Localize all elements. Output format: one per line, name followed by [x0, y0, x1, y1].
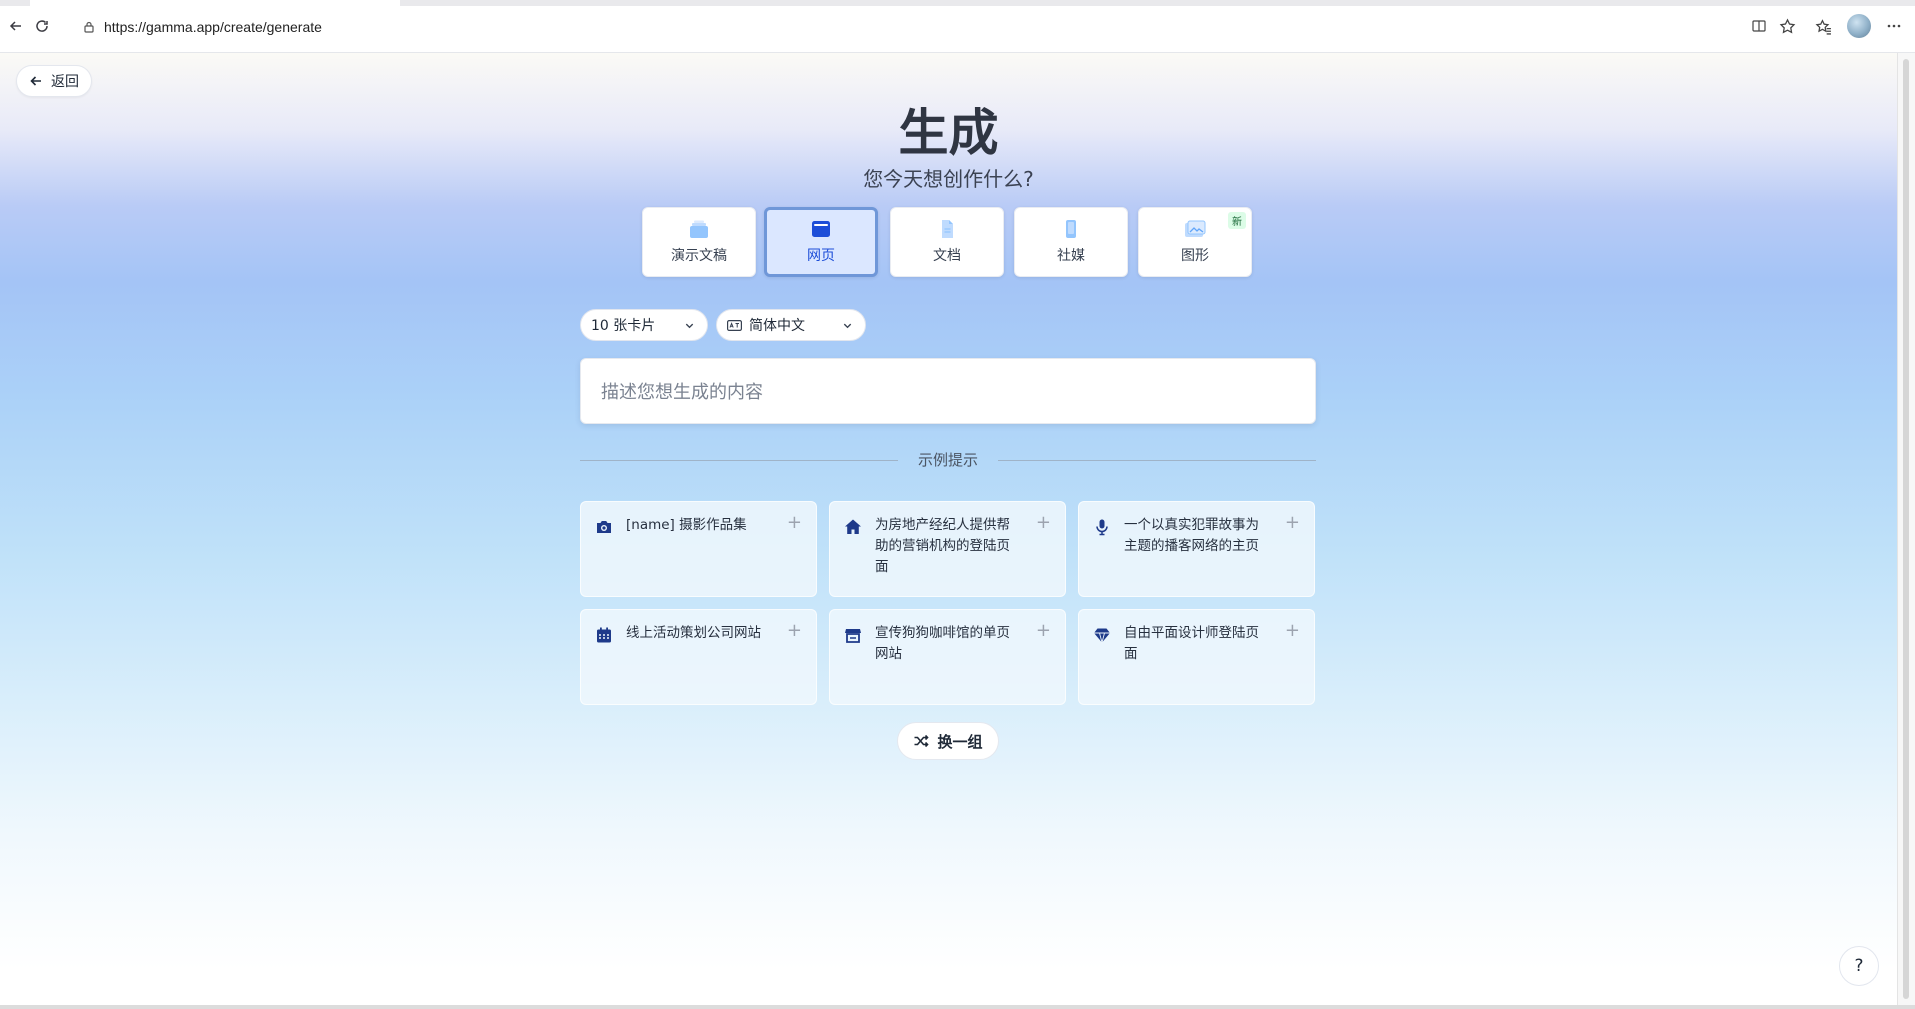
type-card-label: 文档: [933, 248, 961, 264]
new-badge: 新: [1228, 212, 1246, 229]
type-card-label: 社媒: [1057, 248, 1085, 264]
type-card-label: 网页: [807, 248, 835, 264]
arrow-left-icon: [30, 76, 41, 86]
split-screen-icon[interactable]: [1747, 14, 1771, 38]
reload-icon[interactable]: [30, 14, 54, 38]
plus-icon[interactable]: +: [1036, 620, 1051, 641]
lock-icon: [84, 21, 94, 33]
back-button-label: 返回: [51, 74, 79, 90]
example-text: 为房地产经纪人提供帮助的营销机构的登陆页面: [875, 517, 1010, 575]
example-text: 一个以真实犯罪故事为主题的播客网络的主页: [1124, 517, 1259, 554]
plus-icon[interactable]: +: [787, 620, 802, 641]
example-text: 宣传狗狗咖啡馆的单页网站: [875, 625, 1010, 662]
window-bottom-edge: [0, 1005, 1915, 1009]
presentation-icon: [690, 220, 708, 238]
language-icon: [727, 319, 742, 331]
tab-strip: [0, 0, 1915, 6]
example-card[interactable]: 宣传狗狗咖啡馆的单页网站 +: [829, 609, 1066, 705]
example-card[interactable]: 一个以真实犯罪故事为主题的播客网络的主页 +: [1078, 501, 1315, 597]
example-card[interactable]: [name] 摄影作品集 +: [580, 501, 817, 597]
shuffle-label: 换一组: [937, 732, 983, 751]
calendar-icon: [597, 627, 611, 643]
type-card-presentation[interactable]: 演示文稿: [642, 207, 756, 277]
star-icon[interactable]: [1775, 14, 1799, 38]
graphic-image-icon: [1185, 220, 1206, 237]
profile-avatar[interactable]: [1847, 14, 1871, 38]
shuffle-icon: [914, 734, 930, 748]
plus-icon[interactable]: +: [1285, 512, 1300, 533]
store-icon: [845, 629, 861, 643]
page-title: 生成: [898, 104, 999, 162]
browser-toolbar: https://gamma.app/create/generate: [0, 0, 1915, 53]
prompt-box: [580, 358, 1316, 425]
chevron-down-icon: [685, 323, 694, 328]
card-count-select[interactable]: 10 张卡片: [580, 309, 708, 341]
shuffle-button[interactable]: 换一组: [897, 722, 999, 760]
type-card-social[interactable]: 社媒: [1014, 207, 1128, 277]
type-card-label: 图形: [1181, 248, 1209, 264]
url-text[interactable]: https://gamma.app/create/generate: [104, 19, 322, 35]
card-count-value: 10 张卡片: [591, 318, 656, 334]
example-text: [name] 摄影作品集: [626, 517, 747, 533]
scrollbar-thumb[interactable]: [1903, 59, 1909, 999]
social-phone-icon: [1066, 220, 1076, 238]
type-card-graphic[interactable]: 图形 新: [1138, 207, 1252, 277]
plus-icon[interactable]: +: [1036, 512, 1051, 533]
plus-icon[interactable]: +: [787, 512, 802, 533]
microphone-icon: [1096, 519, 1108, 536]
gem-icon: [1094, 628, 1110, 644]
help-button[interactable]: ?: [1839, 946, 1879, 986]
example-text: 线上活动策划公司网站: [626, 625, 761, 641]
language-select[interactable]: 简体中文: [716, 309, 866, 341]
divider-line: [998, 460, 1316, 461]
prompt-input[interactable]: [599, 359, 1303, 425]
type-card-label: 演示文稿: [671, 248, 727, 264]
favorites-icon[interactable]: [1811, 14, 1835, 38]
camera-icon: [597, 521, 611, 533]
address-bar[interactable]: https://gamma.app/create/generate: [72, 12, 1792, 42]
back-arrow-icon[interactable]: [4, 14, 28, 38]
type-card-webpage[interactable]: 网页: [764, 207, 878, 277]
page-viewport: 返回 生成 您今天想创作什么? 演示文稿 网页 文档 社媒 图形 新 10 张卡…: [0, 53, 1897, 1008]
document-icon: [942, 220, 953, 238]
plus-icon[interactable]: +: [1285, 620, 1300, 641]
example-card[interactable]: 自由平面设计师登陆页面 +: [1078, 609, 1315, 705]
language-value: 简体中文: [749, 318, 805, 334]
type-card-document[interactable]: 文档: [890, 207, 1004, 277]
page-subtitle: 您今天想创作什么?: [863, 167, 1034, 191]
example-card[interactable]: 为房地产经纪人提供帮助的营销机构的登陆页面 +: [829, 501, 1066, 597]
webpage-icon: [812, 221, 830, 237]
home-icon: [845, 519, 861, 534]
example-text: 自由平面设计师登陆页面: [1124, 625, 1259, 662]
example-card[interactable]: 线上活动策划公司网站 +: [580, 609, 817, 705]
active-tab[interactable]: [30, 0, 400, 6]
page-scrollbar[interactable]: [1897, 53, 1915, 1008]
chevron-down-icon: [843, 323, 852, 328]
more-icon[interactable]: [1882, 14, 1906, 38]
examples-divider: 示例提示: [580, 449, 1316, 473]
